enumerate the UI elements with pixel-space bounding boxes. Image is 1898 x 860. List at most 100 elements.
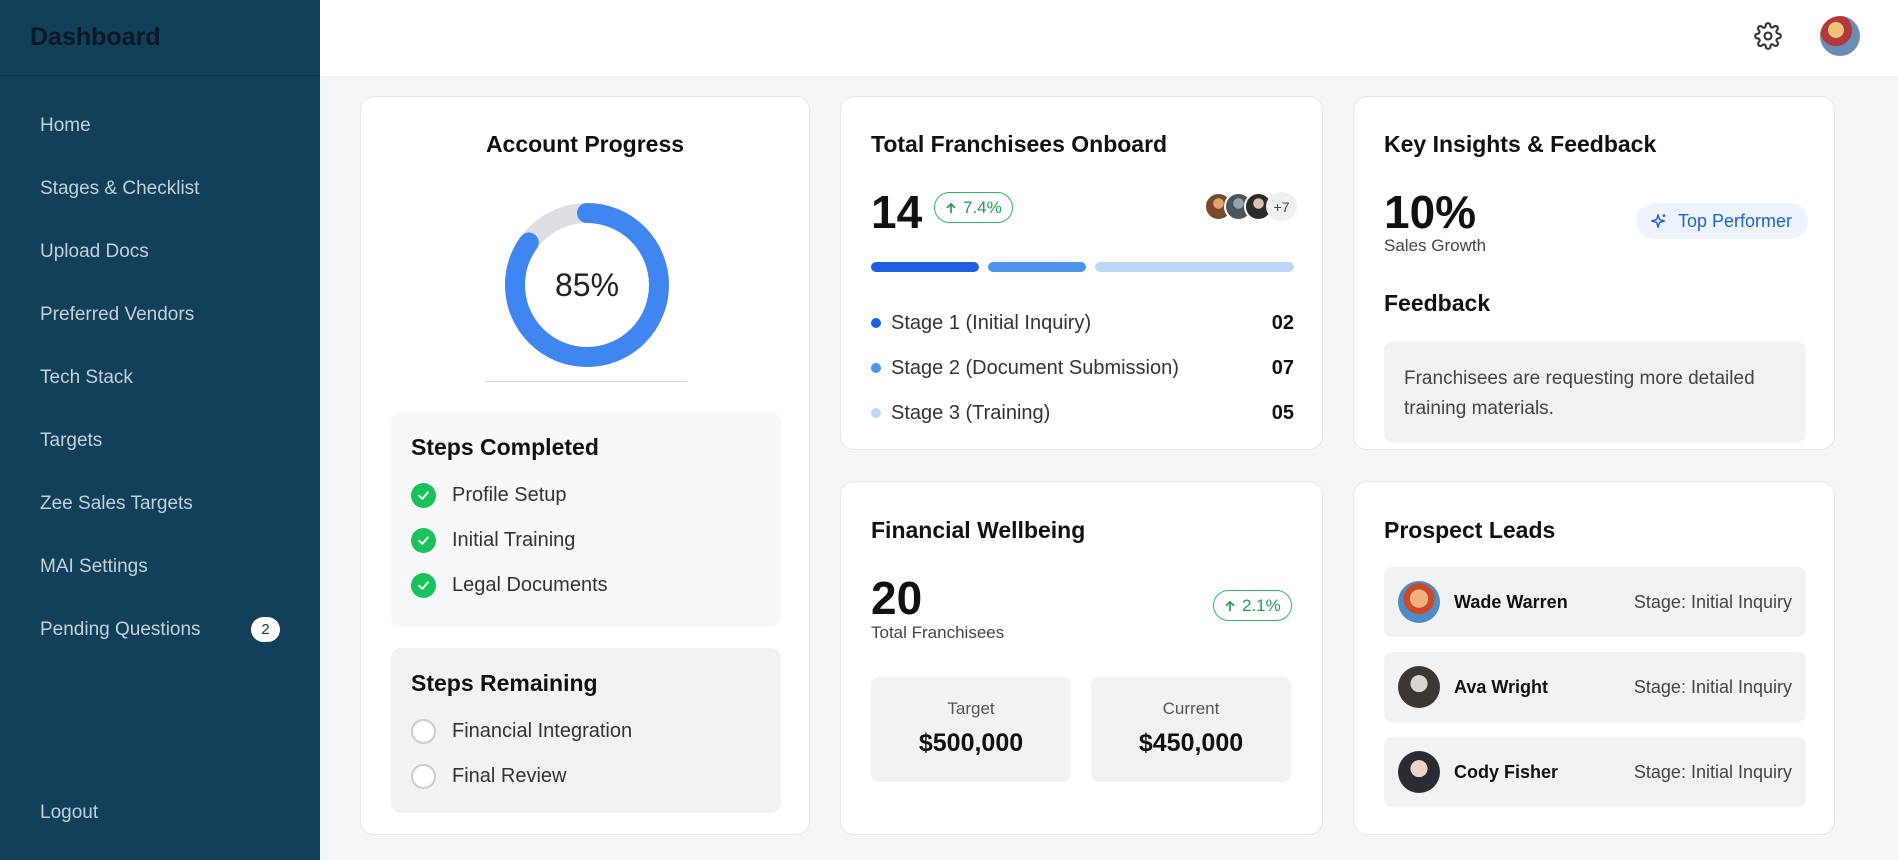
sidebar-title: Dashboard (0, 0, 320, 76)
step-label: Final Review (452, 765, 567, 787)
change-value: 2.1% (1242, 595, 1281, 615)
stage-3-bar (1095, 262, 1294, 272)
change-badge: 7.4% (934, 192, 1013, 223)
current-label: Current (1162, 699, 1220, 718)
user-avatar[interactable] (1820, 16, 1860, 56)
step-item: Legal Documents (411, 563, 761, 608)
stage-value: 07 (1271, 356, 1294, 379)
sidebar-nav: Home Stages & Checklist Upload Docs Pref… (0, 76, 320, 661)
account-progress-card: Account Progress 85% Steps Completed Pro… (360, 96, 810, 835)
lead-name: Cody Fisher (1454, 761, 1559, 782)
change-value: 7.4% (963, 197, 1002, 217)
stage-distribution-bar (871, 262, 1294, 272)
lead-item[interactable]: Ava Wright Stage: Initial Inquiry (1384, 652, 1806, 722)
step-item[interactable]: Financial Integration (411, 709, 761, 754)
current-value: $450,000 (1138, 729, 1244, 757)
step-label: Initial Training (452, 529, 576, 551)
sidebar: Dashboard Home Stages & Checklist Upload… (0, 0, 320, 860)
top-performer-badge: Top Performer (1636, 203, 1809, 239)
franchisees-onboard-card: Total Franchisees Onboard 14 7.4% +7 Sta… (840, 96, 1323, 450)
lead-name: Ava Wright (1454, 676, 1549, 697)
franchisees-onboard-title: Total Franchisees Onboard (871, 131, 1168, 157)
franchisees-count: 14 (871, 186, 923, 238)
stage-label: Stage 1 (Initial Inquiry) (891, 311, 1092, 334)
feedback-text: Franchisees are requesting more detailed… (1384, 342, 1806, 442)
stage-value: 02 (1271, 311, 1294, 334)
stage-label: Stage 2 (Document Submission) (891, 356, 1179, 379)
sidebar-item-label: Tech Stack (40, 366, 133, 388)
sidebar-item-label: Preferred Vendors (40, 303, 195, 325)
account-progress-title: Account Progress (485, 131, 685, 157)
stage-row: Stage 3 (Training) 05 (871, 398, 1294, 428)
arrow-up-icon (946, 202, 956, 213)
stage-label: Stage 3 (Training) (891, 401, 1051, 424)
sidebar-item-zee-sales-targets[interactable]: Zee Sales Targets (0, 472, 320, 535)
sidebar-item-label: MAI Settings (40, 555, 148, 577)
sidebar-item-stages-checklist[interactable]: Stages & Checklist (0, 157, 320, 220)
step-label: Financial Integration (452, 720, 633, 742)
stage-row: Stage 2 (Document Submission) 07 (871, 353, 1294, 383)
sales-growth-value: 10% (1384, 186, 1477, 238)
target-value: $500,000 (918, 729, 1024, 757)
sidebar-item-tech-stack[interactable]: Tech Stack (0, 346, 320, 409)
key-insights-title: Key Insights & Feedback (1384, 131, 1657, 157)
sidebar-item-home[interactable]: Home (0, 94, 320, 157)
stage-dot (871, 408, 881, 418)
top-performer-label: Top Performer (1678, 210, 1793, 231)
progress-percent: 85% (554, 266, 620, 303)
total-franchisees-value: 20 (871, 572, 923, 624)
stage-2-bar (988, 262, 1086, 272)
divider (485, 381, 687, 382)
sidebar-item-targets[interactable]: Targets (0, 409, 320, 472)
prospect-leads-card: Prospect Leads Wade Warren Stage: Initia… (1353, 481, 1835, 835)
empty-circle-icon[interactable] (411, 719, 436, 744)
avatar (1398, 751, 1440, 793)
lead-stage: Stage: Initial Inquiry (1633, 676, 1792, 697)
total-franchisees-label: Total Franchisees (871, 623, 1005, 642)
sidebar-item-label: Upload Docs (40, 240, 149, 262)
top-bar (320, 0, 1898, 76)
more-avatars-count: +7 (1266, 192, 1297, 221)
sidebar-item-upload-docs[interactable]: Upload Docs (0, 220, 320, 283)
stage-dot (871, 363, 881, 373)
avatar (1398, 581, 1440, 623)
prospect-leads-title: Prospect Leads (1384, 517, 1556, 543)
steps-completed-title: Steps Completed (411, 434, 599, 460)
stage-dot (871, 318, 881, 328)
sidebar-item-label: Home (40, 114, 91, 136)
empty-circle-icon[interactable] (411, 764, 436, 789)
target-label: Target (947, 699, 995, 718)
sidebar-item-mai-settings[interactable]: MAI Settings (0, 535, 320, 598)
step-item[interactable]: Final Review (411, 754, 761, 799)
lead-item[interactable]: Wade Warren Stage: Initial Inquiry (1384, 567, 1806, 637)
sidebar-item-label: Targets (40, 429, 103, 451)
pending-count-badge: 2 (251, 617, 280, 642)
steps-remaining-panel: Steps Remaining Financial Integration Fi… (391, 648, 781, 813)
sidebar-item-label: Zee Sales Targets (40, 492, 193, 514)
lead-stage: Stage: Initial Inquiry (1633, 761, 1792, 782)
check-icon (411, 573, 436, 598)
change-badge: 2.1% (1213, 590, 1292, 621)
steps-completed-panel: Steps Completed Profile Setup Initial Tr… (391, 412, 781, 627)
gear-icon[interactable] (1754, 22, 1782, 50)
sidebar-item-preferred-vendors[interactable]: Preferred Vendors (0, 283, 320, 346)
step-item: Profile Setup (411, 473, 761, 518)
lead-item[interactable]: Cody Fisher Stage: Initial Inquiry (1384, 737, 1806, 807)
stage-value: 05 (1271, 401, 1294, 424)
lead-name: Wade Warren (1454, 591, 1568, 612)
avatar-stack[interactable]: +7 (1204, 192, 1297, 221)
arrow-up-icon (1225, 600, 1235, 611)
check-icon (411, 483, 436, 508)
step-item: Initial Training (411, 518, 761, 563)
key-insights-card: Key Insights & Feedback 10% Sales Growth… (1353, 96, 1835, 450)
target-box: Target $500,000 (871, 677, 1071, 782)
feedback-title: Feedback (1384, 290, 1491, 316)
step-label: Legal Documents (452, 574, 608, 596)
logout-link[interactable]: Logout (40, 802, 98, 824)
check-icon (411, 528, 436, 553)
step-label: Profile Setup (452, 484, 567, 506)
stage-row: Stage 1 (Initial Inquiry) 02 (871, 308, 1294, 338)
sidebar-item-pending-questions[interactable]: Pending Questions 2 (0, 598, 320, 661)
current-box: Current $450,000 (1091, 677, 1291, 782)
sparkle-icon (1651, 213, 1666, 229)
